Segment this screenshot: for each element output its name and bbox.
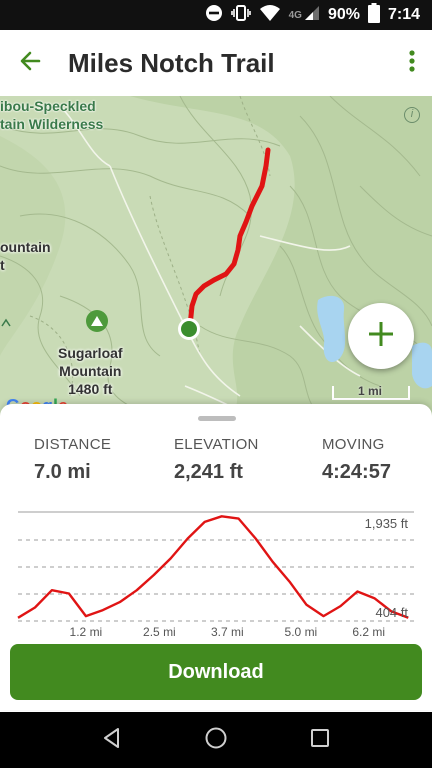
nav-home-icon bbox=[204, 726, 228, 755]
more-options-button[interactable] bbox=[392, 30, 432, 96]
stat-distance-value: 7.0 mi bbox=[34, 461, 91, 483]
map-label-wilderness: ibou-Speckled tain Wilderness bbox=[0, 98, 104, 132]
chart-max-label: 1,935 ft bbox=[365, 516, 409, 531]
stat-distance-label: DISTANCE bbox=[34, 436, 112, 453]
stat-moving: MOVING 4:24:57 bbox=[322, 436, 391, 484]
map-info-icon[interactable]: i bbox=[404, 107, 420, 123]
zoom-in-button[interactable] bbox=[348, 303, 414, 369]
stat-elevation: ELEVATION 2,241 ft bbox=[174, 436, 259, 484]
clock: 7:14 bbox=[387, 6, 420, 23]
chart-x-tick-label: 2.5 mi bbox=[143, 625, 176, 638]
download-button[interactable]: Download bbox=[10, 644, 422, 700]
status-bar: 4G 90% 7:14 bbox=[0, 0, 432, 30]
stat-distance: DISTANCE 7.0 mi bbox=[34, 436, 111, 484]
chart-x-tick-label: 5.0 mi bbox=[285, 625, 318, 638]
more-vert-icon bbox=[409, 49, 415, 77]
network-type: 4G bbox=[288, 9, 302, 21]
app-header: Miles Notch Trail bbox=[0, 30, 432, 96]
nav-recents-icon bbox=[310, 728, 330, 753]
wifi-icon bbox=[259, 4, 281, 27]
system-nav-bar bbox=[0, 712, 432, 768]
elevation-chart[interactable]: 1,935 ft 404 ft 1.2 mi 2.5 mi 3.7 mi 5.0 mi… bbox=[0, 504, 432, 638]
battery-percent: 90% bbox=[327, 6, 360, 23]
stat-moving-value: 4:24:57 bbox=[322, 461, 391, 483]
nav-back-icon bbox=[101, 727, 123, 754]
vibrate-icon bbox=[230, 4, 251, 27]
stat-elevation-label: ELEVATION bbox=[174, 436, 259, 453]
map-label-mountain: ountain t bbox=[0, 239, 51, 273]
page-title: Miles Notch Trail bbox=[68, 47, 275, 78]
peak-marker-icon bbox=[86, 310, 108, 332]
chart-x-tick-label: 3.7 mi bbox=[211, 625, 244, 638]
nav-recents-button[interactable] bbox=[300, 720, 340, 760]
stat-elevation-value: 2,241 ft bbox=[174, 461, 243, 483]
cell-signal-icon bbox=[304, 5, 320, 26]
map-label-sugarloaf: Sugarloaf Mountain 1480 ft bbox=[58, 345, 123, 397]
chart-x-tick-label: 6.2 mi bbox=[352, 625, 385, 638]
sheet-drag-handle[interactable] bbox=[198, 416, 236, 421]
trail-map[interactable]: ibou-Speckled tain Wilderness ountain t … bbox=[0, 96, 432, 416]
map-scale-label: 1 mi bbox=[358, 384, 383, 398]
nav-home-button[interactable] bbox=[196, 720, 236, 760]
app-screen: 4G 90% 7:14 Miles Notch Trail ibou-Speck… bbox=[0, 0, 432, 768]
trail-details-sheet: DISTANCE 7.0 mi ELEVATION 2,241 ft MOVIN… bbox=[0, 404, 432, 710]
back-button[interactable] bbox=[0, 30, 60, 96]
do-not-disturb-icon bbox=[205, 4, 223, 27]
nav-back-button[interactable] bbox=[92, 720, 132, 760]
battery-icon bbox=[367, 2, 380, 28]
stat-moving-label: MOVING bbox=[322, 436, 385, 453]
back-arrow-icon bbox=[19, 50, 41, 77]
chart-x-ticks: 1.2 mi 2.5 mi 3.7 mi 5.0 mi 6.2 mi bbox=[70, 625, 385, 638]
chart-min-label: 404 ft bbox=[375, 605, 408, 620]
plus-icon bbox=[367, 320, 395, 353]
chart-x-tick-label: 1.2 mi bbox=[70, 625, 103, 638]
